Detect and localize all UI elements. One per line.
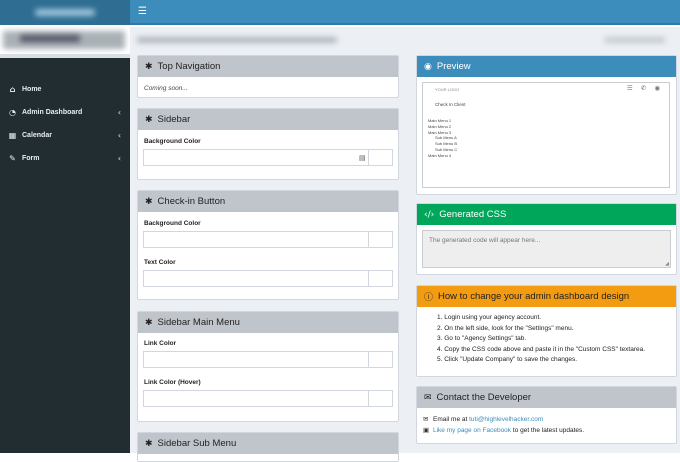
preview-panel: ◉ Preview YOUR LOGO ☰ ✆ ◉ Check In Client…	[416, 55, 677, 195]
panel-title: Preview	[436, 61, 471, 72]
resize-handle-icon[interactable]: ◢	[665, 261, 669, 267]
panel-title: How to change your admin dashboard desig…	[438, 291, 630, 302]
sidebar-bg-color-input[interactable]: ▤	[143, 149, 369, 166]
preview-logo: YOUR LOGO	[435, 87, 460, 92]
color-picker-swatch[interactable]	[369, 231, 393, 248]
sidebar-sub-menu-panel: ✱ Sidebar Sub Menu	[137, 432, 399, 462]
dashboard-icon: ◔	[9, 107, 16, 117]
howto-panel: ⓘ How to change your admin dashboard desi…	[416, 285, 677, 377]
panel-header: ✱ Sidebar	[138, 109, 398, 130]
list-item: 2. On the left side, look for the "Setti…	[437, 324, 574, 332]
sidebar-item-label: Calendar	[22, 131, 52, 139]
sidebar-item-home[interactable]: ⌂ Home	[0, 78, 130, 100]
list-icon: ▤	[359, 154, 366, 162]
preview-frame: YOUR LOGO ☰ ✆ ◉ Check In Client Main Men…	[422, 82, 670, 188]
code-icon: ‹/›	[424, 209, 435, 220]
facebook-suffix: to get the latest updates.	[511, 427, 585, 434]
link-color-input[interactable]	[143, 351, 369, 368]
list-item: 5. Click "Update Company" to save the ch…	[437, 356, 578, 363]
gear-icon: ✱	[145, 114, 153, 125]
list-item: 1. Login using your agency account.	[437, 314, 542, 321]
link-hover-color-input[interactable]	[143, 390, 369, 407]
checkin-text-color-input[interactable]	[143, 270, 369, 287]
facebook-link[interactable]: Like my page on Facebook	[433, 427, 511, 434]
list-item: 3. Go to "Agency Settings" tab.	[437, 335, 527, 342]
field-label: Background Color	[144, 220, 201, 227]
sidebar-item-label: Form	[22, 154, 40, 162]
panel-title: Sidebar Main Menu	[157, 317, 240, 328]
info-icon: ⓘ	[424, 293, 434, 303]
sidebar-item-form[interactable]: ✎ Form ‹	[0, 147, 130, 169]
sidebar-panel: ✱ Sidebar Background Color ▤	[137, 108, 399, 180]
preview-menu: Main Menu 1 Main Menu 2 Main Menu 3 Sub …	[428, 118, 457, 159]
checkin-button-panel: ✱ Check-in Button Background Color Text C…	[137, 190, 399, 300]
field-label: Link Color (Hover)	[144, 379, 201, 386]
email-prefix: Email me at	[433, 416, 470, 423]
panel-title: Sidebar Sub Menu	[157, 438, 237, 449]
panel-title: Generated CSS	[439, 209, 507, 220]
chevron-left-icon: ‹	[117, 130, 121, 140]
comments-icon: ✉	[424, 392, 432, 403]
panel-title: Top Navigation	[157, 61, 221, 72]
breadcrumb	[137, 33, 673, 47]
howto-steps: 1. Login using your agency account. 2. O…	[437, 313, 645, 366]
gear-icon: ✱	[145, 438, 153, 449]
top-navigation-panel: ✱ Top Navigation Coming soon...	[137, 55, 399, 98]
envelope-icon: ✉	[423, 415, 429, 423]
home-icon: ⌂	[9, 84, 16, 94]
preview-menu-item: Main Menu 4	[428, 152, 452, 158]
color-picker-swatch[interactable]	[369, 351, 393, 368]
preview-checkin-button: Check In Client	[435, 102, 466, 107]
field-label: Link Color	[144, 340, 177, 347]
gear-icon: ✱	[145, 317, 153, 328]
color-picker-swatch[interactable]	[369, 149, 393, 166]
user-panel	[0, 25, 130, 58]
panel-header: ◉ Preview	[417, 56, 676, 77]
textarea-placeholder: The generated code will appear here...	[429, 237, 541, 244]
checkin-bg-color-input[interactable]	[143, 231, 369, 248]
panel-header: ✱ Sidebar Sub Menu	[138, 433, 398, 454]
sidebar-item-admin-dashboard[interactable]: ◔ Admin Dashboard ‹	[0, 101, 130, 123]
email-line: ✉ Email me at tuti@highlevelhacker.com	[423, 414, 584, 425]
panel-header: ✱ Top Navigation	[138, 56, 398, 77]
contact-lines: ✉ Email me at tuti@highlevelhacker.com ▣ L…	[423, 414, 584, 436]
sidebar-main-menu-panel: ✱ Sidebar Main Menu Link Color Link Color…	[137, 311, 399, 422]
panel-header: ✉ Contact the Developer	[417, 387, 676, 408]
list-item: 4. Copy the CSS code above and paste it …	[437, 345, 646, 353]
color-picker-swatch[interactable]	[369, 390, 393, 407]
top-bar: ☰	[130, 0, 680, 25]
panel-header: ✱ Check-in Button	[138, 191, 398, 212]
brand-logo	[0, 0, 130, 25]
panel-header: ✱ Sidebar Main Menu	[138, 312, 398, 333]
hamburger-icon[interactable]: ☰	[138, 6, 147, 17]
chevron-left-icon: ‹	[117, 107, 121, 117]
facebook-icon: ▣	[423, 426, 430, 434]
coming-soon-text: Coming soon...	[144, 85, 188, 92]
contact-panel: ✉ Contact the Developer ✉ Email me at tuti…	[416, 386, 677, 444]
chevron-left-icon: ‹	[117, 153, 121, 163]
calendar-icon: ▦	[8, 130, 17, 140]
panel-title: Sidebar	[157, 114, 191, 125]
eye-icon: ◉	[424, 61, 432, 72]
sidebar-item-calendar[interactable]: ▦ Calendar ‹	[0, 124, 130, 146]
sidebar-item-label: Home	[22, 85, 42, 93]
panel-title: Contact the Developer	[436, 392, 532, 403]
panel-header: ⓘ How to change your admin dashboard desi…	[417, 286, 676, 307]
generated-css-textarea[interactable]: The generated code will appear here... ◢	[422, 230, 671, 268]
color-picker-swatch[interactable]	[369, 270, 393, 287]
panel-header: ‹/› Generated CSS	[417, 204, 676, 225]
generated-css-panel: ‹/› Generated CSS The generated code will…	[416, 203, 677, 275]
facebook-line: ▣ Like my page on Facebook to get the lat…	[423, 425, 584, 436]
gear-icon: ✱	[145, 61, 153, 72]
sidebar-item-label: Admin Dashboard	[22, 108, 83, 116]
edit-icon: ✎	[9, 153, 16, 163]
panel-title: Check-in Button	[157, 196, 226, 207]
field-label: Background Color	[144, 138, 201, 145]
field-label: Text Color	[144, 259, 176, 266]
preview-topbar-icons: ☰ ✆ ◉	[626, 84, 663, 92]
email-link[interactable]: tuti@highlevelhacker.com	[469, 416, 543, 423]
gear-icon: ✱	[145, 196, 153, 207]
